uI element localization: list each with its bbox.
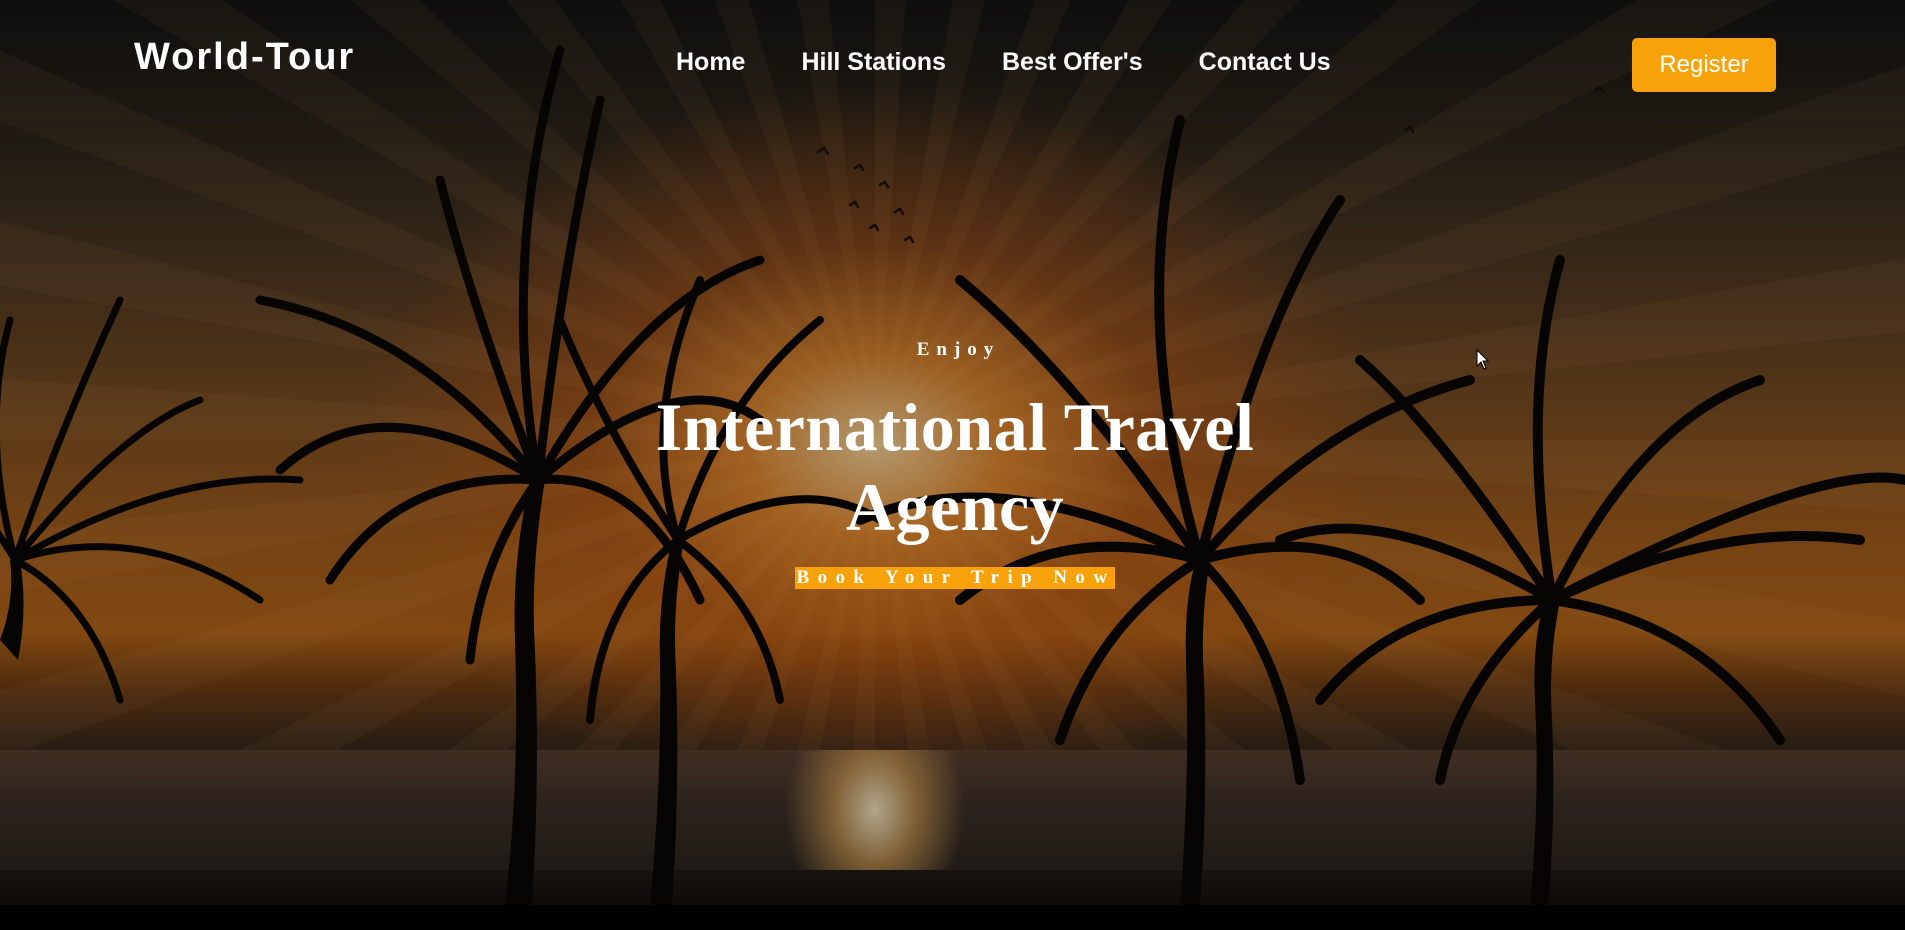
nav-link-contact-us[interactable]: Contact Us <box>1199 50 1331 75</box>
register-button[interactable]: Register <box>1632 38 1776 92</box>
nav-links: Home Hill Stations Best Offer's Contact … <box>676 50 1331 75</box>
hero-content: Enjoy International Travel Agency Book Y… <box>560 340 1350 589</box>
nav-link-best-offers[interactable]: Best Offer's <box>1002 50 1143 75</box>
bottom-edge <box>0 905 1905 930</box>
navbar: World-Tour Home Hill Stations Best Offer… <box>0 0 1905 130</box>
nav-link-hill-stations[interactable]: Hill Stations <box>801 50 945 75</box>
mouse-pointer-icon <box>1476 349 1490 370</box>
hero-kicker: Enjoy <box>916 339 1001 360</box>
site-logo[interactable]: World-Tour <box>134 38 355 76</box>
page: World-Tour Home Hill Stations Best Offer… <box>0 0 1905 930</box>
book-trip-button[interactable]: Book Your Trip Now <box>794 567 1116 589</box>
hero-title: International Travel Agency <box>655 389 1255 545</box>
nav-link-home[interactable]: Home <box>676 50 745 75</box>
